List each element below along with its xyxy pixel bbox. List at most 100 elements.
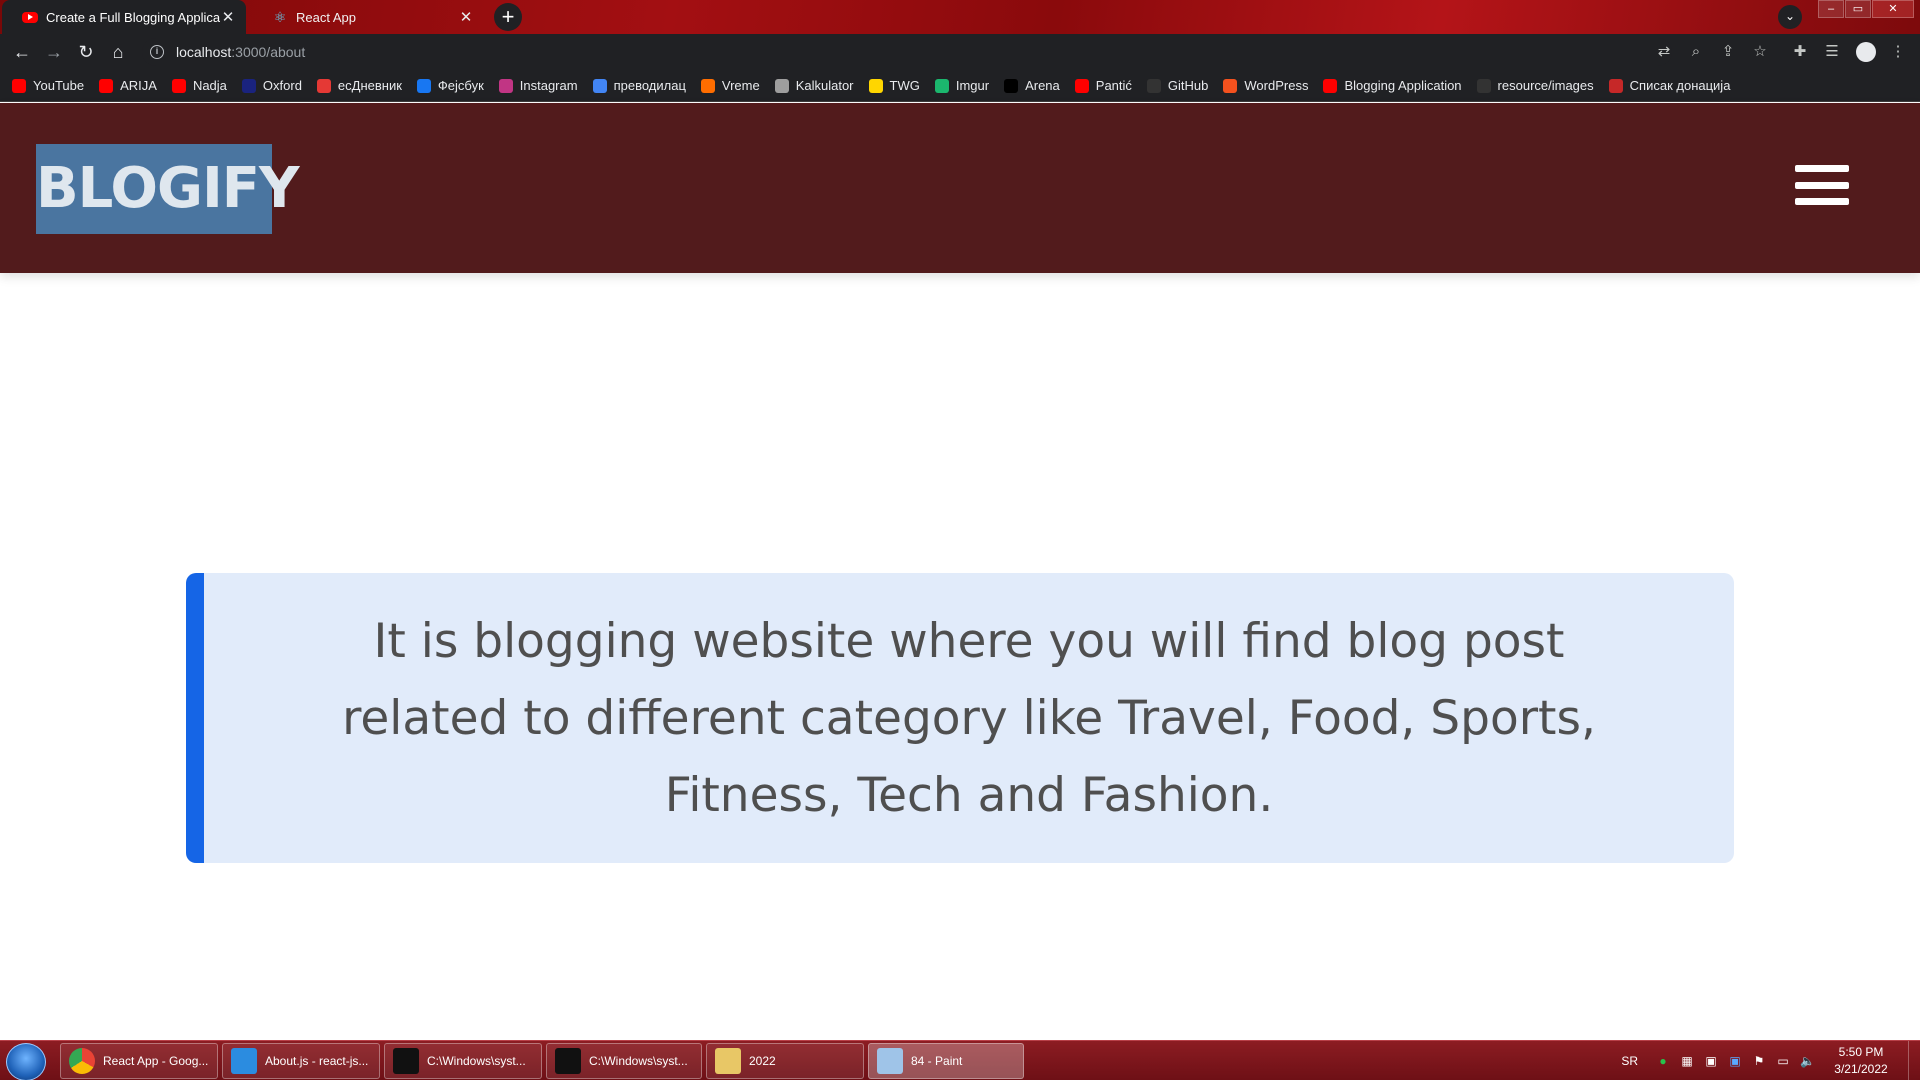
extensions-icon[interactable]: ✚ [1790, 42, 1810, 62]
tab-title: React App [296, 9, 356, 25]
taskbar-item[interactable]: About.js - react-js... [222, 1043, 380, 1079]
bookmark-label: Списак донација [1629, 78, 1731, 93]
instagram-icon [498, 78, 513, 93]
facebook-icon [416, 78, 431, 93]
bookmark-label: Vreme [721, 78, 760, 93]
network-icon[interactable]: ▦ [1680, 1054, 1694, 1068]
forward-arrow-icon[interactable]: → [42, 40, 66, 64]
window-close-button[interactable]: ✕ [1872, 0, 1914, 18]
show-desktop-button[interactable] [1908, 1041, 1920, 1080]
site-info-icon[interactable]: i [150, 45, 164, 59]
cmd-icon [393, 1048, 419, 1074]
maximize-button[interactable]: ▭ [1845, 0, 1871, 18]
bookmark-label: преводилац [613, 78, 686, 93]
about-text: It is blogging website where you will fi… [342, 613, 1596, 823]
bookmark-item[interactable]: GitHub [1146, 78, 1208, 93]
taskbar-item[interactable]: C:\Windows\syst... [384, 1043, 542, 1079]
menu-dots-icon[interactable]: ⋮ [1888, 42, 1908, 62]
bluetooth-icon[interactable]: ▣ [1728, 1054, 1742, 1068]
bookmark-item[interactable]: ARIJA [99, 78, 157, 93]
oup-icon [241, 78, 256, 93]
url-host: localhost [176, 44, 232, 60]
bookmark-item[interactable]: Фејсбук [416, 78, 484, 93]
github-icon [1146, 78, 1161, 93]
bookmark-label: YouTube [33, 78, 85, 93]
zoom-icon[interactable]: ⌕ [1686, 42, 1706, 62]
paint-icon [877, 1048, 903, 1074]
usb-icon[interactable]: ▣ [1704, 1054, 1718, 1068]
home-icon[interactable]: ⌂ [106, 40, 130, 64]
bookmark-label: есДневник [337, 78, 402, 93]
shield-icon[interactable]: ● [1656, 1054, 1670, 1068]
bookmark-item[interactable]: есДневник [316, 78, 402, 93]
youtube-icon [12, 78, 26, 93]
bookmark-item[interactable]: Oxford [241, 78, 302, 93]
taskbar-item[interactable]: React App - Goog... [60, 1043, 218, 1079]
bookmark-label: Фејсбук [437, 78, 484, 93]
minimize-button[interactable]: – [1818, 0, 1844, 18]
profile-icon[interactable] [1856, 42, 1876, 62]
taskbar-item[interactable]: C:\Windows\syst... [546, 1043, 702, 1079]
reload-icon[interactable]: ↻ [74, 40, 98, 64]
youtube-icon [1074, 78, 1089, 93]
back-arrow-icon[interactable]: ← [10, 40, 34, 64]
bookmark-item[interactable]: Kalkulator [774, 78, 854, 93]
bookmark-item[interactable]: Blogging Application [1323, 78, 1462, 93]
monitor-icon[interactable]: ▭ [1776, 1054, 1790, 1068]
imgur-icon [934, 78, 949, 93]
browser-toolbar: ← → ↻ ⌂ i localhost:3000/about ⇄ ⌕ ⇪ ☆ ✚… [0, 34, 1920, 70]
bookmark-label: Instagram [519, 78, 578, 93]
bookmark-label: Kalkulator [795, 78, 854, 93]
blogify-logo[interactable]: Blogify [36, 144, 300, 234]
taskbar-item-label: React App - Goog... [103, 1054, 209, 1068]
bookmark-item[interactable]: TWG [868, 78, 920, 93]
react-icon: ⚛ [273, 9, 287, 25]
bookmark-item[interactable]: YouTube [12, 78, 84, 93]
start-button[interactable] [6, 1043, 46, 1080]
bookmark-item[interactable]: Imgur [934, 78, 989, 93]
clock[interactable]: 5:50 PM 3/21/2022 [1824, 1044, 1898, 1078]
browser-tab-react-app[interactable]: ⚛ React App ✕ [252, 0, 484, 34]
bookmark-label: TWG [889, 78, 920, 93]
reading-list-icon[interactable]: ☰ [1822, 42, 1842, 62]
bookmark-star-icon[interactable]: ☆ [1750, 42, 1770, 62]
site-header: Blogify [0, 103, 1920, 273]
address-bar[interactable]: i localhost:3000/about [142, 38, 1672, 66]
bookmark-label: Blogging Application [1344, 78, 1462, 93]
language-indicator[interactable]: SR [1621, 1054, 1638, 1068]
bookmark-item[interactable]: WordPress [1223, 78, 1308, 93]
youtube-icon [171, 78, 186, 93]
close-icon[interactable]: ✕ [220, 8, 236, 26]
bookmark-item[interactable]: Pantić [1074, 78, 1132, 93]
browser-tab-youtube[interactable]: Create a Full Blogging Applicatio ✕ [2, 0, 246, 34]
share-icon[interactable]: ⇪ [1718, 42, 1738, 62]
browser-tab-strip: Create a Full Blogging Applicatio ✕ ⚛ Re… [0, 0, 1920, 34]
windows-taskbar: React App - Goog... About.js - react-js..… [0, 1040, 1920, 1080]
chrome-icon [69, 1048, 95, 1074]
vscode-icon [231, 1048, 257, 1074]
bookmark-item[interactable]: Instagram [498, 78, 578, 93]
bookmark-item[interactable]: Списак донација [1608, 78, 1731, 93]
tab-title: Create a Full Blogging Applicatio [46, 9, 220, 25]
translate-icon[interactable]: ⇄ [1654, 42, 1674, 62]
volume-icon[interactable]: 🔈 [1800, 1054, 1815, 1068]
bookmarks-bar: YouTube ARIJA Nadja Oxford есДневник Фејсбук I… [0, 70, 1920, 102]
taskbar-item[interactable]: 2022 [706, 1043, 864, 1079]
taskbar-item-label: About.js - react-js... [265, 1054, 369, 1068]
clock-time: 5:50 PM [1838, 1045, 1884, 1059]
folder-icon [715, 1048, 741, 1074]
hamburger-menu-icon[interactable] [1795, 165, 1849, 213]
flag-icon[interactable]: ⚑ [1752, 1054, 1766, 1068]
bookmark-item[interactable]: преводилац [592, 78, 686, 93]
bookmark-label: Nadja [192, 78, 227, 93]
tab-search-button[interactable]: ⌄ [1778, 5, 1802, 29]
bookmark-item[interactable]: Vreme [700, 78, 760, 93]
taskbar-item[interactable]: 84 - Paint [868, 1043, 1024, 1079]
bookmark-item[interactable]: resource/images [1476, 78, 1594, 93]
bookmark-item[interactable]: Arena [1004, 78, 1060, 93]
translate-icon [592, 78, 607, 93]
close-icon[interactable]: ✕ [458, 8, 474, 26]
new-tab-button[interactable]: + [494, 3, 522, 31]
youtube-icon [1323, 78, 1338, 93]
bookmark-item[interactable]: Nadja [171, 78, 227, 93]
